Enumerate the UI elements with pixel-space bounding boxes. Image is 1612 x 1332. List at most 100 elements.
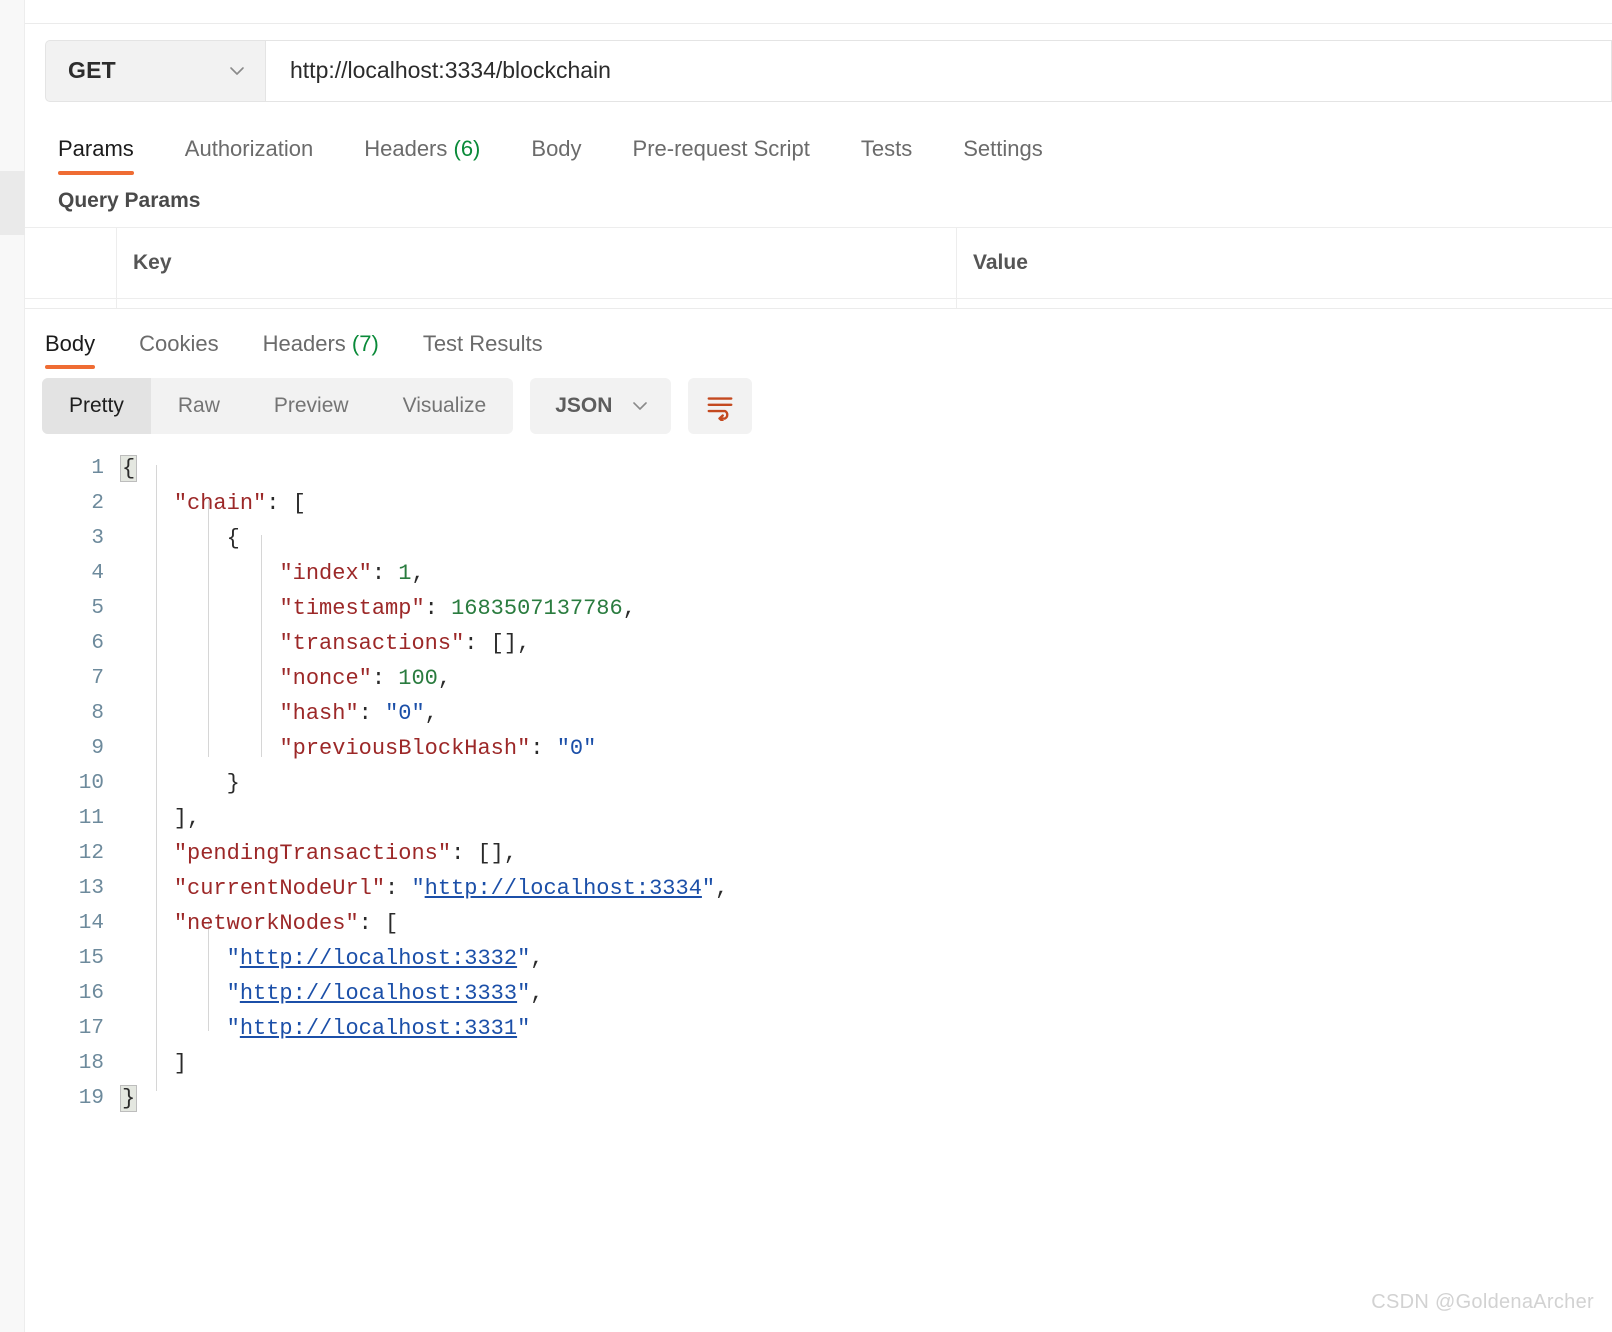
empty-row-key-cell[interactable] [117,298,957,308]
table-empty-row[interactable] [25,298,1612,308]
code-line: 11 ], [25,801,1612,836]
resp-tab-cookies[interactable]: Cookies [139,331,218,369]
code-token: "pendingTransactions" [173,841,452,866]
response-format-dropdown[interactable]: JSON [530,378,672,434]
view-mode-visualize[interactable]: Visualize [376,378,514,434]
code-token: } [119,1085,138,1112]
line-number: 4 [91,562,104,585]
url-link[interactable]: http://localhost:3331 [240,1016,517,1041]
empty-row-check-cell[interactable] [25,298,117,308]
resp-tab-headers[interactable]: Headers (7) [263,331,379,369]
empty-row-value-cell[interactable] [957,298,1612,308]
code-token: " [701,876,716,901]
tab-settings[interactable]: Settings [963,136,1043,175]
code-line: 18 ] [25,1046,1612,1081]
tab-headers[interactable]: Headers (6) [364,136,480,175]
code-token: " [226,981,240,1006]
tab-tests[interactable]: Tests [861,136,912,175]
code-token: } [121,771,240,796]
code-token: , [411,561,425,586]
code-line: 7 "nonce": 100, [25,661,1612,696]
line-number: 19 [78,1087,104,1110]
code-line: 3 { [25,521,1612,556]
view-mode-pretty-label: Pretty [69,394,124,417]
line-number: 17 [78,1017,104,1040]
code-line: 12 "pendingTransactions": [], [25,836,1612,871]
view-mode-raw[interactable]: Raw [151,378,247,434]
tab-headers-count: (6) [453,136,481,161]
url-link[interactable]: http://localhost:3334 [425,876,702,901]
code-line: 9 "previousBlockHash": "0" [25,731,1612,766]
code-token: : [424,596,452,621]
code-token: ], [121,806,201,831]
request-tab-bar: Params Authorization Headers (6) Body Pr… [25,117,1612,175]
resp-tab-body-label: Body [45,331,96,356]
watermark: CSDN @GoldenaArcher [1371,1291,1594,1313]
resp-tab-body[interactable]: Body [45,331,96,369]
code-line-text: "hash": "0", [121,701,437,726]
tab-params[interactable]: Params [58,136,134,175]
resp-tab-headers-count: (7) [351,331,379,356]
code-line: 1{ [25,451,1612,486]
word-wrap-icon[interactable] [688,378,753,434]
line-number: 1 [91,457,104,480]
code-token: , [622,596,636,621]
chevron-down-icon [630,396,650,416]
column-header-value: Value [957,227,1612,298]
request-url-input[interactable]: http://localhost:3334/blockchain [266,39,1612,102]
code-line-text: } [119,1085,138,1112]
resp-tab-test-results[interactable]: Test Results [423,331,543,369]
line-number: 6 [91,632,104,655]
code-line-text: "http://localhost:3332", [121,946,544,971]
line-number: 7 [91,667,104,690]
code-token: " [517,981,531,1006]
line-number: 9 [91,737,104,760]
code-line-text: "networkNodes": [ [121,911,398,936]
select-all-cell[interactable] [25,227,117,298]
response-format-label: JSON [555,394,613,417]
vertical-scrollbar-thumb[interactable] [0,171,25,235]
code-line: 10 } [25,766,1612,801]
view-mode-pretty[interactable]: Pretty [42,378,151,434]
tab-pre-request-script[interactable]: Pre-request Script [633,136,810,175]
view-mode-visualize-label: Visualize [402,394,487,417]
code-token: { [121,526,240,551]
line-number: 10 [78,772,104,795]
line-number: 3 [91,527,104,550]
code-token: : [358,701,386,726]
code-line-text: ] [121,1051,187,1076]
code-token: "0" [385,701,425,726]
code-token: : [530,736,557,761]
code-line: 19} [25,1081,1612,1116]
resp-tab-headers-label: Headers [262,331,346,356]
code-line-text: "nonce": 100, [121,666,451,691]
http-method-dropdown[interactable]: GET [45,39,266,102]
view-mode-preview[interactable]: Preview [247,378,376,434]
url-link[interactable]: http://localhost:3332 [240,946,517,971]
url-link[interactable]: http://localhost:3333 [240,981,517,1006]
code-line-text: "http://localhost:3331" [121,1016,531,1041]
code-line-text: "http://localhost:3333", [121,981,544,1006]
column-header-key: Key [117,227,957,298]
line-number: 15 [78,947,104,970]
response-body-code[interactable]: 1{2 "chain": [3 {4 "index": 1, 5 "timesta… [25,443,1612,1116]
code-line: 16 "http://localhost:3333", [25,976,1612,1011]
tab-body[interactable]: Body [531,136,581,175]
tab-authorization[interactable]: Authorization [185,136,313,175]
code-token: : [], [464,631,531,656]
code-line-text: ], [121,806,200,831]
tab-settings-label: Settings [963,136,1043,161]
code-token: 100 [398,666,438,691]
code-line: 5 "timestamp": 1683507137786, [25,591,1612,626]
line-number: 18 [78,1052,104,1075]
line-number: 2 [91,492,104,515]
line-number: 8 [91,702,104,725]
